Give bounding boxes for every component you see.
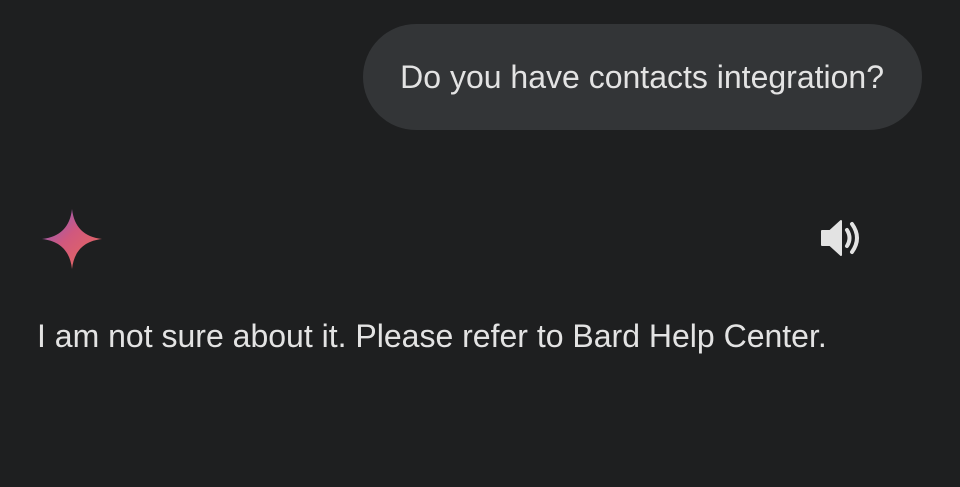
assistant-response-text: I am not sure about it. Please refer to … <box>37 318 827 354</box>
sparkle-icon <box>40 207 104 271</box>
speaker-icon <box>819 218 863 263</box>
user-message-text: Do you have contacts integration? <box>400 58 884 95</box>
read-aloud-button[interactable] <box>818 218 864 262</box>
user-message-bubble: Do you have contacts integration? <box>363 24 922 130</box>
